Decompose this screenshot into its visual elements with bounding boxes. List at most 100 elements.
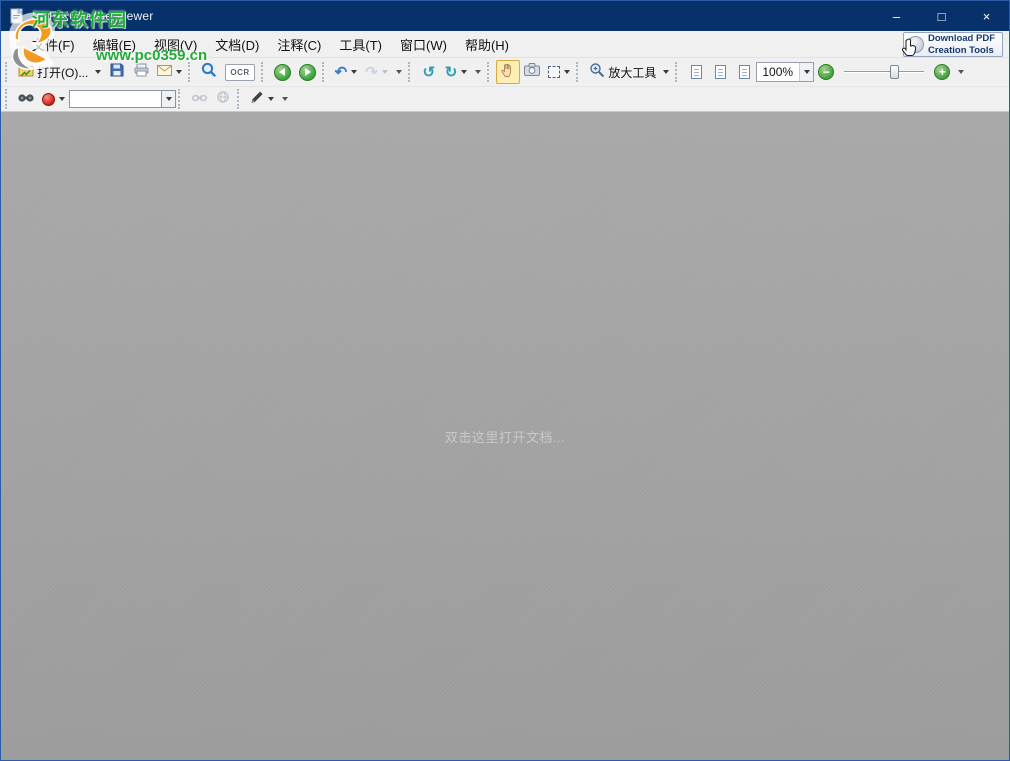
menu-view[interactable]: 视图(V) [145, 30, 206, 59]
toolbar-grip[interactable] [321, 62, 327, 82]
zoom-level-value: 100% [762, 65, 794, 79]
toolbar-overflow-icon[interactable] [958, 70, 965, 74]
select-rect-icon [548, 66, 561, 78]
rotate-ccw-icon: ↺ [422, 63, 436, 81]
open-folder-icon [18, 63, 34, 82]
menu-help[interactable]: 帮助(H) [456, 30, 518, 59]
app-window: PDF-XChange Viewer – □ × 文件(F) 编辑(E) 视图(… [0, 0, 1010, 761]
magnify-tool-button[interactable]: 放大工具 [585, 60, 673, 84]
chevron-down-icon [803, 70, 810, 74]
app-icon [9, 8, 25, 24]
rotate-ccw-button[interactable]: ↺ [417, 60, 441, 84]
download-line1: Download PDF [927, 33, 995, 45]
menu-tools[interactable]: 工具(T) [330, 30, 391, 59]
open-document-hint: 双击这里打开文档... [444, 429, 566, 445]
toolbar-grip[interactable] [5, 89, 10, 109]
select-dropdown-icon [564, 70, 571, 74]
zoom-level-combo[interactable]: 100% [756, 62, 815, 82]
redo-button[interactable]: ↷ [361, 60, 392, 84]
main-toolbar: 打开(O)... OCR ↶ ↷ ↺ ↻ 放大工具 100% − + [1, 58, 1009, 87]
hand-tool-button[interactable] [496, 60, 521, 84]
toolbar-grip[interactable] [5, 62, 10, 82]
binoculars-icon [18, 90, 34, 108]
weblink-tool-button[interactable] [211, 87, 235, 111]
mouse-cursor-icon [900, 37, 920, 64]
toolbar-grip[interactable] [576, 62, 581, 82]
close-icon: × [982, 8, 991, 24]
menu-document[interactable]: 文档(D) [206, 30, 268, 59]
toolbar-grip[interactable] [675, 62, 680, 82]
toolbar-overflow-icon[interactable] [395, 70, 402, 74]
close-button[interactable]: × [964, 1, 1009, 31]
next-view-button[interactable] [295, 60, 320, 84]
camera-icon [524, 63, 541, 81]
fit-page-icon [714, 65, 726, 79]
email-dropdown-icon [176, 70, 183, 74]
maximize-icon: □ [937, 8, 946, 24]
actual-size-icon [690, 65, 702, 79]
redo-icon: ↷ [365, 63, 378, 81]
download-line2: Creation Tools [927, 44, 994, 56]
pen-icon [250, 90, 264, 109]
find-input-dropdown[interactable] [161, 90, 176, 108]
chevron-down-icon [165, 97, 172, 101]
zoom-out-button[interactable]: − [814, 60, 838, 84]
zoom-in-button[interactable]: + [930, 60, 954, 84]
fit-width-icon [738, 65, 750, 79]
snapshot-button[interactable] [520, 60, 544, 84]
maximize-button[interactable]: □ [919, 1, 964, 31]
toolbar-grip[interactable] [407, 62, 413, 82]
zoom-slider[interactable] [844, 62, 925, 82]
toolbar-grip[interactable] [178, 89, 183, 109]
rotate-cw-button[interactable]: ↻ [441, 60, 472, 84]
weblink-icon [216, 90, 230, 108]
menu-edit[interactable]: 编辑(E) [84, 30, 145, 59]
email-button[interactable] [153, 60, 186, 84]
toolbar-grip[interactable] [260, 62, 266, 82]
stamp-dropdown-icon [59, 97, 65, 101]
save-button[interactable] [105, 60, 129, 84]
select-tool-button[interactable] [544, 60, 574, 84]
redo-dropdown-icon [381, 70, 388, 74]
window-title: PDF-XChange Viewer [32, 9, 154, 23]
menu-file[interactable]: 文件(F) [23, 30, 84, 59]
fit-width-button[interactable] [732, 60, 756, 84]
menu-window[interactable]: 窗口(W) [391, 30, 456, 59]
minimize-icon: – [892, 8, 901, 24]
undo-button[interactable]: ↶ [331, 60, 362, 84]
link-tool-button[interactable] [187, 87, 211, 111]
previous-view-button[interactable] [270, 60, 295, 84]
toolbar-overflow-icon[interactable] [475, 70, 482, 74]
ocr-icon: OCR [225, 63, 255, 81]
toolbar-grip[interactable] [237, 89, 242, 109]
zoom-slider-thumb[interactable] [890, 65, 900, 79]
document-area[interactable]: 双击这里打开文档... [1, 112, 1009, 760]
save-icon [110, 63, 124, 82]
toolbar-overflow-icon[interactable] [282, 97, 288, 101]
print-button[interactable] [129, 60, 153, 84]
pen-dropdown-icon [268, 97, 274, 101]
pen-tool-button[interactable] [246, 87, 278, 111]
find-input[interactable] [69, 90, 161, 108]
download-pdf-tools-button[interactable]: Download PDF Creation Tools [901, 32, 1003, 57]
toolbar-grip[interactable] [487, 62, 492, 82]
zoom-actual-size-button[interactable] [684, 60, 708, 84]
stamp-tool-button[interactable] [38, 87, 69, 111]
zoom-combo-dropdown[interactable] [799, 63, 814, 81]
magnify-dropdown-icon [663, 70, 670, 74]
search-button[interactable] [197, 60, 221, 84]
minimize-button[interactable]: – [874, 1, 919, 31]
magnify-tool-label: 放大工具 [608, 65, 657, 80]
toolbar-grip[interactable] [188, 62, 193, 82]
binoculars-search-button[interactable] [14, 87, 38, 111]
zoom-slider-track [844, 71, 925, 73]
menu-comments[interactable]: 注释(C) [268, 30, 330, 59]
zoom-out-icon: − [818, 64, 835, 80]
open-button-label: 打开(O)... [37, 65, 89, 80]
open-dropdown-icon [95, 70, 102, 74]
ocr-button[interactable]: OCR [221, 60, 258, 84]
open-button[interactable]: 打开(O)... [14, 60, 105, 84]
search-icon [201, 62, 217, 83]
download-tools-label: Download PDF Creation Tools [928, 33, 995, 56]
fit-page-button[interactable] [708, 60, 732, 84]
